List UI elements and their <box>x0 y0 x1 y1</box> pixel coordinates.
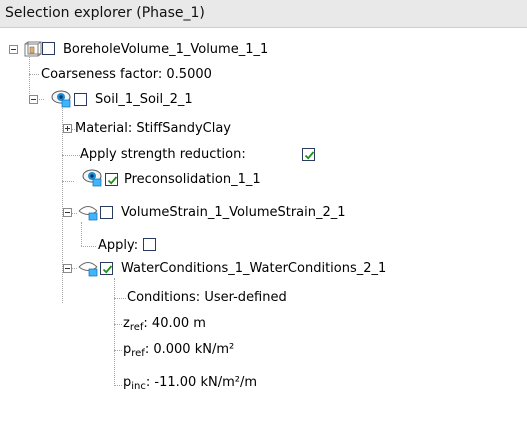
coarseness-factor-label: Coarseness factor: 0.5000 <box>41 67 212 82</box>
strength-reduction-checkbox[interactable] <box>302 148 315 161</box>
material-label: Material: StiffSandyClay <box>75 121 231 136</box>
p-ref-label: pref: 0.000 kN/m² <box>123 342 235 359</box>
expand-toggle[interactable] <box>63 124 72 133</box>
tree-connector <box>29 74 39 75</box>
selection-tree: BoreholeVolume_1_Volume_1_1 Coarseness f… <box>0 28 527 431</box>
water-conditions-checkbox[interactable] <box>100 262 113 275</box>
tree-connector <box>114 350 122 351</box>
z-ref-label: zref: 40.00 m <box>123 316 206 333</box>
p-ref-value: : 0.000 kN/m² <box>144 342 235 357</box>
strength-reduction-label: Apply strength reduction: <box>80 147 246 162</box>
conditions-label: Conditions: User-defined <box>127 290 287 305</box>
soil-checkbox[interactable] <box>74 93 87 106</box>
volume-strain-label: VolumeStrain_1_VolumeStrain_2_1 <box>121 205 346 220</box>
tree-connector <box>62 108 63 303</box>
water-conditions-label: WaterConditions_1_WaterConditions_2_1 <box>121 261 387 276</box>
hidden-eye-icon <box>78 262 98 277</box>
apply-checkbox[interactable] <box>143 238 156 251</box>
preconsolidation-checkbox[interactable] <box>105 173 118 186</box>
tree-connector <box>81 246 96 247</box>
selection-explorer-panel: Selection explorer (Phase_1) BoreholeVol… <box>0 0 527 431</box>
tree-connector <box>81 222 82 246</box>
panel-title: Selection explorer (Phase_1) <box>0 0 527 28</box>
z-ref-symbol: z <box>123 316 130 331</box>
tree-connector <box>62 155 80 156</box>
tree-connector <box>114 385 122 386</box>
tree-connector <box>114 298 126 299</box>
hidden-eye-icon <box>78 206 98 221</box>
apply-label: Apply: <box>98 238 139 253</box>
p-inc-subscript: inc <box>131 381 146 392</box>
borehole-volume-label: BoreholeVolume_1_Volume_1_1 <box>63 42 269 57</box>
preconsolidation-label: Preconsolidation_1_1 <box>124 172 261 187</box>
borehole-volume-checkbox[interactable] <box>42 42 55 55</box>
p-inc-label: pinc: -11.00 kN/m²/m <box>123 375 257 392</box>
p-inc-value: : -11.00 kN/m²/m <box>145 375 257 390</box>
p-ref-subscript: ref <box>131 348 145 359</box>
collapse-toggle[interactable] <box>63 208 72 217</box>
collapse-toggle[interactable] <box>9 45 18 54</box>
collapse-toggle[interactable] <box>29 95 38 104</box>
z-ref-subscript: ref <box>129 322 144 333</box>
soil-label: Soil_1_Soil_2_1 <box>95 92 193 107</box>
tree-connector <box>62 181 74 182</box>
tree-connector <box>114 278 115 386</box>
eye-icon <box>82 169 102 187</box>
volume-strain-checkbox[interactable] <box>100 206 113 219</box>
eye-icon <box>51 90 71 108</box>
collapse-toggle[interactable] <box>63 264 72 273</box>
z-ref-value: : 40.00 m <box>143 316 206 331</box>
tree-connector <box>114 324 122 325</box>
volume-icon <box>24 41 42 57</box>
